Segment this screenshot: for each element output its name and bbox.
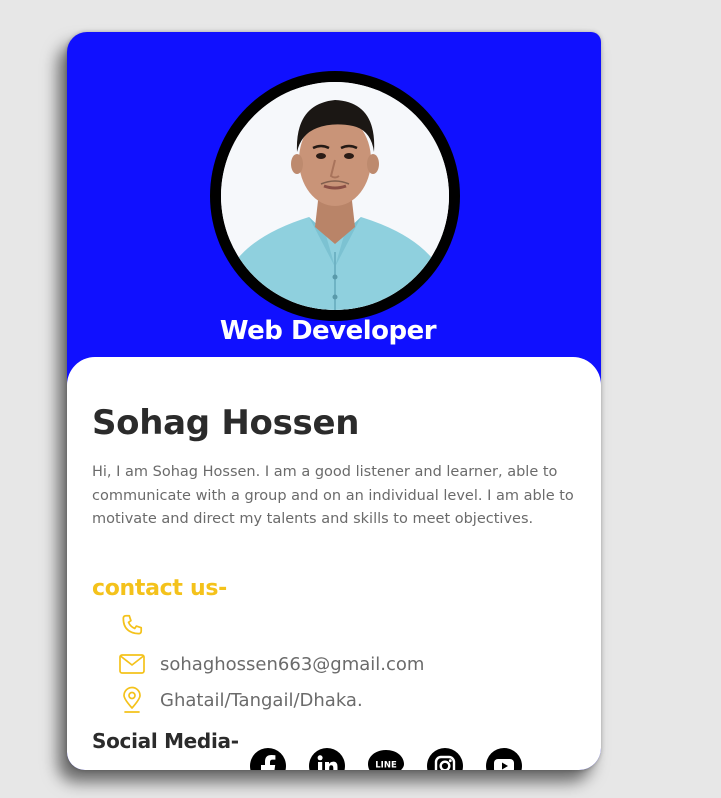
instagram-icon[interactable] <box>426 747 464 770</box>
mail-icon <box>117 650 147 678</box>
profile-bio: Hi, I am Sohag Hossen. I am a good liste… <box>92 464 574 527</box>
profile-card: Web Developer Sohag Hossen Hi, I am Soha… <box>67 32 601 770</box>
contact-heading: contact us- <box>92 576 227 601</box>
contact-email-text: sohaghossen663@gmail.com <box>160 653 425 675</box>
avatar-photo <box>221 82 449 310</box>
linkedin-icon[interactable] <box>308 747 346 770</box>
location-pin-icon <box>117 686 147 714</box>
contact-phone[interactable] <box>117 611 160 639</box>
avatar-ring <box>210 71 460 321</box>
contact-location-text: Ghatail/Tangail/Dhaka. <box>160 689 363 711</box>
avatar <box>221 82 449 310</box>
info-panel: Sohag Hossen Hi, I am Sohag Hossen. I am… <box>67 357 601 770</box>
profile-name: Sohag Hossen <box>92 403 360 443</box>
youtube-icon[interactable] <box>485 747 523 770</box>
social-heading: Social Media- <box>92 729 239 753</box>
contact-location[interactable]: Ghatail/Tangail/Dhaka. <box>117 686 363 714</box>
role-title: Web Developer <box>219 316 437 346</box>
contact-email[interactable]: sohaghossen663@gmail.com <box>117 650 424 678</box>
line-icon-label: LINE <box>375 761 397 771</box>
line-icon[interactable]: LINE <box>367 747 405 770</box>
facebook-icon[interactable] <box>249 747 287 770</box>
phone-icon <box>117 611 147 639</box>
